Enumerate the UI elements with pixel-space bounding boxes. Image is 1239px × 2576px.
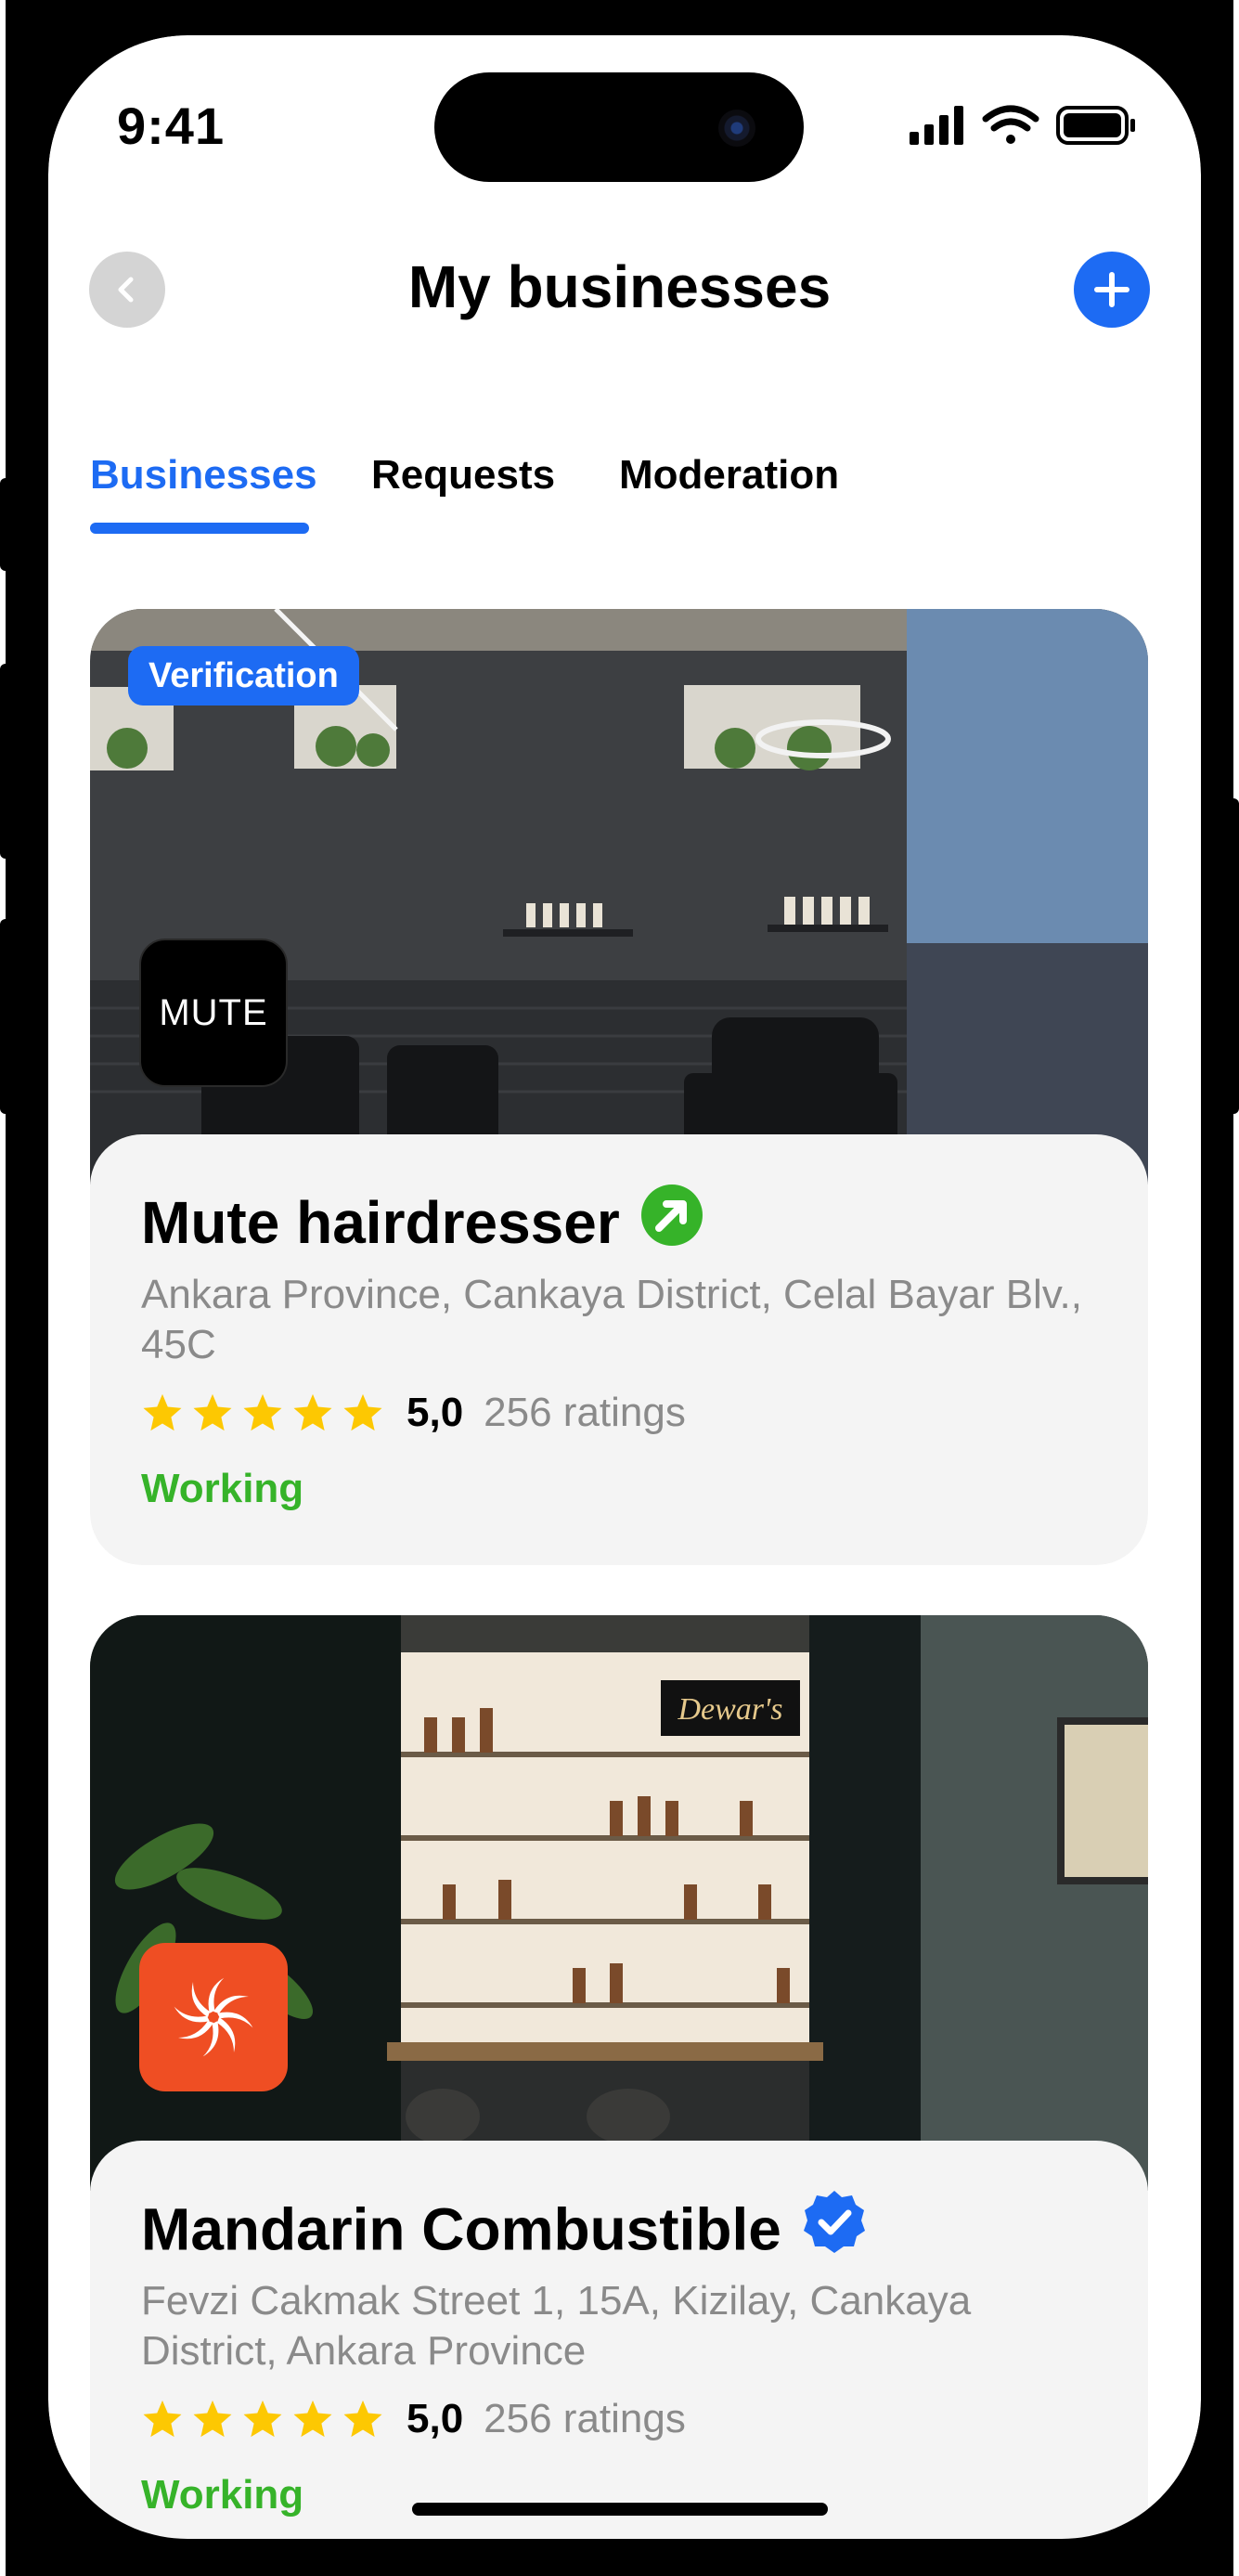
business-card[interactable]: Dewar's Mandarin Combustible Fevzi Cakma… <box>90 1615 1148 2544</box>
front-camera-icon <box>718 110 755 147</box>
active-tab-indicator <box>90 523 309 534</box>
business-name: Mute hairdresser <box>141 1184 703 1266</box>
business-card[interactable]: Verification MUTE Mute hairdresser Ankar… <box>90 609 1148 1565</box>
business-status: Working <box>141 1466 304 1511</box>
star-icon <box>143 2400 182 2438</box>
chevron-left-icon <box>118 277 134 303</box>
tab-moderation[interactable]: Moderation <box>619 452 839 498</box>
bar-interior-photo: Dewar's <box>90 1615 1148 2191</box>
star-icon <box>293 2400 332 2438</box>
back-button[interactable] <box>89 252 165 328</box>
home-indicator[interactable] <box>412 2503 828 2516</box>
star-icon <box>343 2400 382 2438</box>
volume-up-button <box>0 664 11 859</box>
business-logo-text: MUTE <box>159 991 268 1033</box>
status-icons <box>910 105 1135 145</box>
star-icon <box>193 1393 232 1431</box>
ratings-count: 256 ratings <box>484 1390 686 1435</box>
dynamic-island <box>434 72 804 182</box>
star-icon <box>243 2400 282 2438</box>
plus-icon <box>1094 272 1129 307</box>
action-button <box>0 478 11 571</box>
star-icon <box>143 1393 182 1431</box>
add-business-button[interactable] <box>1074 252 1150 328</box>
business-name-text: Mute hairdresser <box>141 1189 620 1256</box>
tab-businesses[interactable]: Businesses <box>90 452 317 498</box>
business-name-text: Mandarin Combustible <box>141 2195 781 2263</box>
battery-icon <box>1056 106 1135 145</box>
power-button <box>1228 798 1239 1114</box>
rating-row: 5,0 256 ratings <box>141 2391 686 2447</box>
star-icon <box>193 2400 232 2438</box>
star-icon <box>343 1393 382 1431</box>
star-rating <box>141 1392 384 1434</box>
volume-down-button <box>0 919 11 1114</box>
star-icon <box>293 1393 332 1431</box>
rating-row: 5,0 256 ratings <box>141 1385 686 1441</box>
verified-check-icon <box>802 2189 867 2268</box>
verification-chip: Verification <box>128 646 359 705</box>
business-status: Working <box>141 2472 304 2518</box>
rating-value: 5,0 <box>407 2396 464 2441</box>
business-info-panel: Mute hairdresser Ankara Province, Cankay… <box>90 1134 1148 1565</box>
ratings-count: 256 ratings <box>484 2396 686 2441</box>
business-address: Ankara Province, Cankaya District, Celal… <box>141 1272 1082 1367</box>
business-name: Mandarin Combustible <box>141 2191 867 2273</box>
status-time: 9:41 <box>117 97 226 155</box>
spiral-logo-icon <box>174 1977 253 2057</box>
cellular-signal-icon <box>910 106 963 145</box>
arrow-up-right-icon <box>640 1184 703 1261</box>
star-icon <box>243 1393 282 1431</box>
page-title: My businesses <box>407 253 832 320</box>
business-logo: MUTE <box>139 938 288 1087</box>
business-address: Fevzi Cakmak Street 1, 15A, Kizilay, Can… <box>141 2278 972 2374</box>
rating-value: 5,0 <box>407 1390 464 1435</box>
wifi-icon <box>982 105 1039 144</box>
star-rating <box>141 2398 384 2440</box>
business-logo <box>139 1943 288 2091</box>
tab-requests[interactable]: Requests <box>371 452 555 498</box>
svg-text:Dewar's: Dewar's <box>677 1692 782 1727</box>
business-info-panel: Mandarin Combustible Fevzi Cakmak Street… <box>90 2141 1148 2544</box>
